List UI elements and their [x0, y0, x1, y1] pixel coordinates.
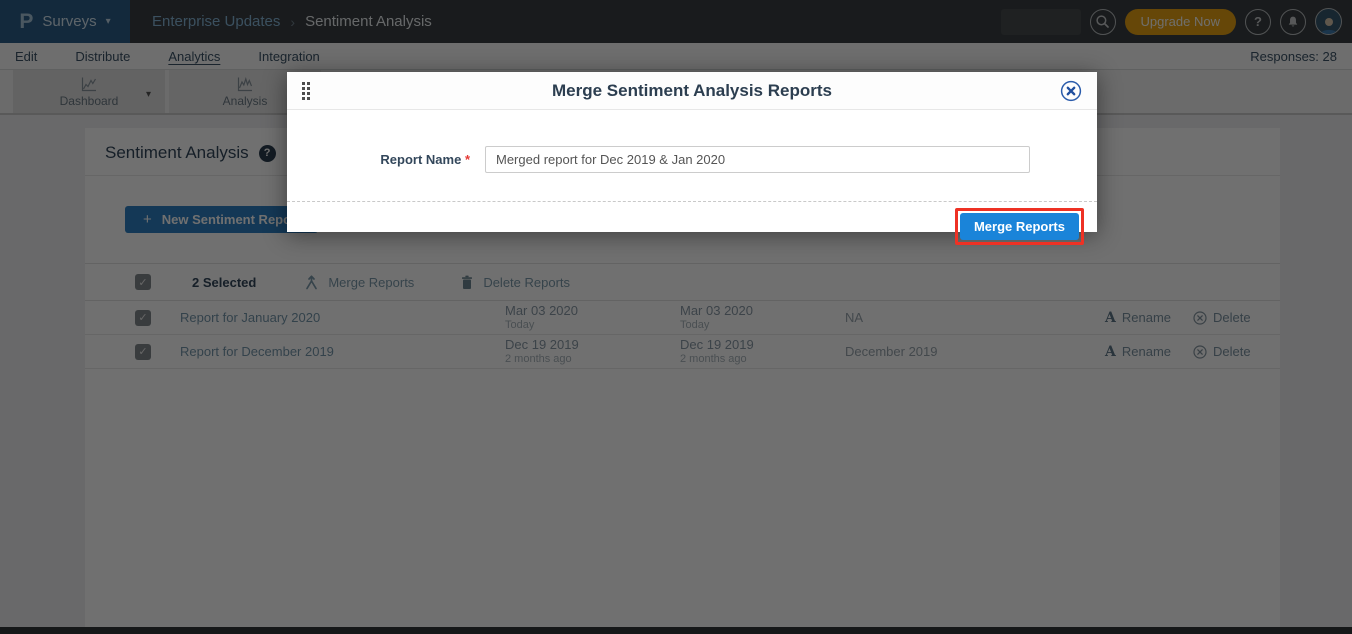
merge-reports-submit-button[interactable]: Merge Reports	[960, 213, 1079, 240]
modal-header: Merge Sentiment Analysis Reports	[287, 72, 1097, 110]
annotation-highlight: Merge Reports	[955, 208, 1084, 245]
close-icon	[1060, 80, 1082, 102]
modal-title: Merge Sentiment Analysis Reports	[287, 81, 1097, 101]
report-name-input[interactable]	[485, 146, 1030, 173]
modal-body: Report Name *	[287, 146, 1097, 173]
report-name-label: Report Name *	[287, 152, 470, 167]
modal-footer: Merge Reports	[287, 202, 1097, 245]
app-screen: P Surveys ▾ Enterprise Updates › Sentime…	[0, 0, 1352, 634]
merge-reports-modal: Merge Sentiment Analysis Reports Report …	[287, 72, 1097, 232]
modal-close-button[interactable]	[1060, 80, 1082, 102]
